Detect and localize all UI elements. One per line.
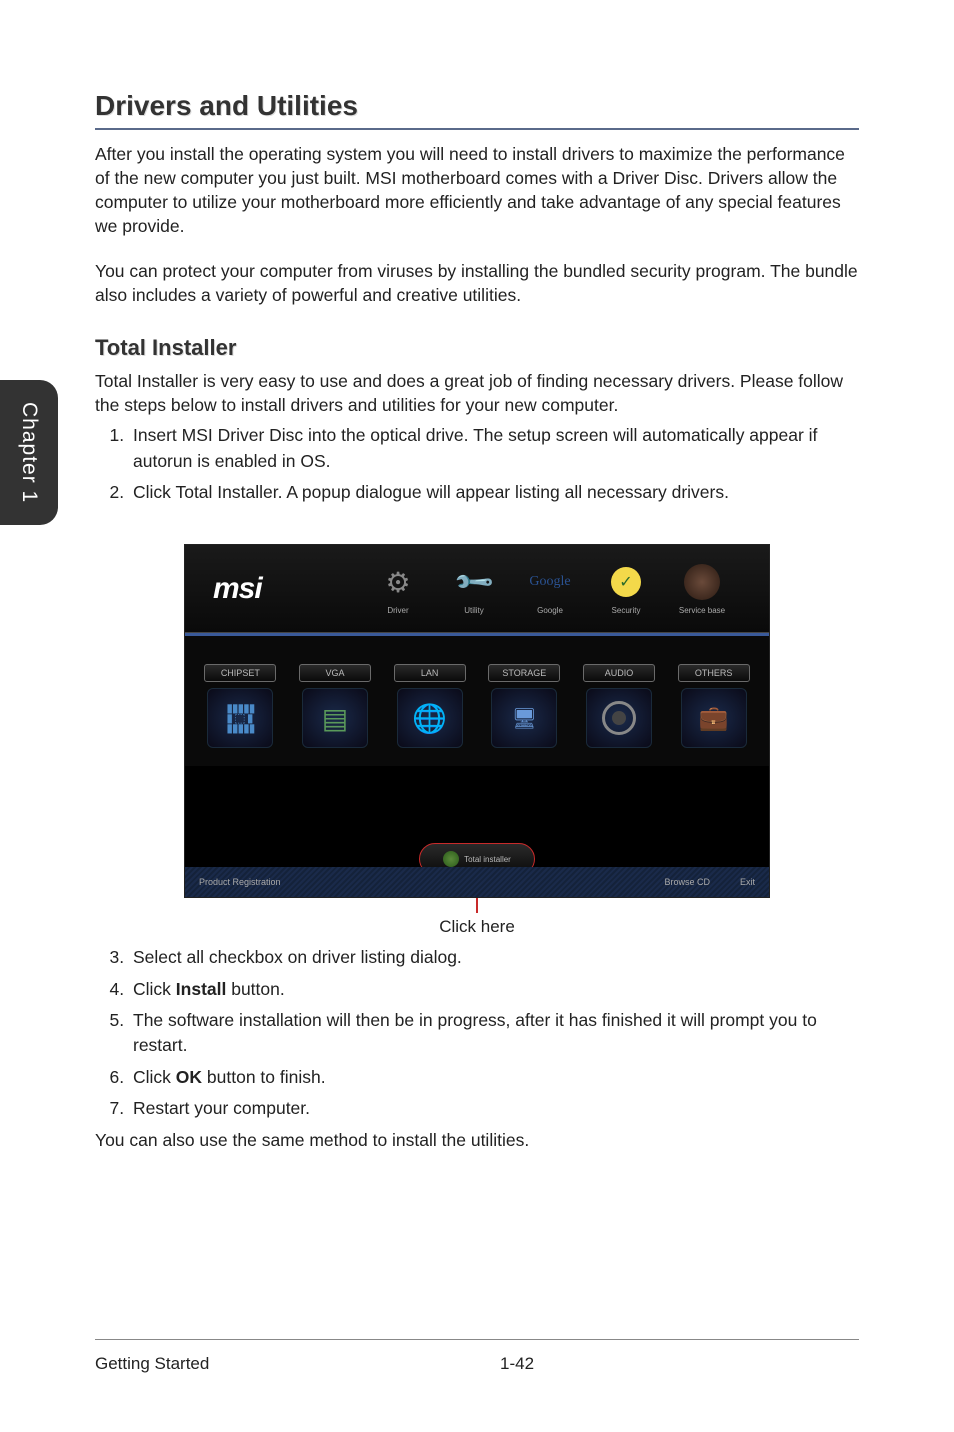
- installer-top-row: msi ⚙ Driver 🔧 Utility Google Google: [185, 545, 769, 633]
- cat-chipset-label: CHIPSET: [204, 664, 276, 682]
- category-row: CHIPSET ▮▮▮▮▮▮ ⬚ ▮▮▮▮▮▮ VGA ▤ LAN 🌐 STOR…: [185, 636, 769, 766]
- tab-google-label: Google: [537, 606, 563, 615]
- vga-icon: ▤: [302, 688, 368, 748]
- msi-logo: msi: [213, 572, 363, 606]
- tab-service[interactable]: Service base: [673, 562, 731, 615]
- tab-security-label: Security: [612, 606, 641, 615]
- cat-storage[interactable]: STORAGE 🖥: [483, 664, 566, 748]
- cat-lan-label: LAN: [394, 664, 466, 682]
- section-intro: Total Installer is very easy to use and …: [95, 369, 859, 417]
- installer-bottom-bar: Product Registration Browse CD Exit: [185, 867, 769, 897]
- chipset-icon: ▮▮▮▮▮▮ ⬚ ▮▮▮▮▮▮: [207, 688, 273, 748]
- cat-audio[interactable]: AUDIO: [578, 664, 661, 748]
- storage-icon: 🖥: [491, 688, 557, 748]
- tab-driver-label: Driver: [387, 606, 408, 615]
- wrench-icon: 🔧: [446, 554, 503, 611]
- gear-icon: ⚙: [378, 562, 418, 602]
- cat-storage-label: STORAGE: [488, 664, 560, 682]
- cat-audio-label: AUDIO: [583, 664, 655, 682]
- google-icon: Google: [530, 562, 570, 602]
- installer-top-tabs: ⚙ Driver 🔧 Utility Google Google ✓ Secur…: [369, 562, 731, 615]
- chapter-tab: Chapter 1: [0, 380, 58, 525]
- exit-link[interactable]: Exit: [740, 877, 755, 887]
- disc-icon: [443, 851, 459, 867]
- cat-vga[interactable]: VGA ▤: [294, 664, 377, 748]
- tab-google[interactable]: Google Google: [521, 562, 579, 615]
- step-2: Click Total Installer. A popup dialogue …: [129, 480, 859, 505]
- step-1: Insert MSI Driver Disc into the optical …: [129, 423, 859, 474]
- cat-others[interactable]: OTHERS 💼: [672, 664, 755, 748]
- tab-utility[interactable]: 🔧 Utility: [445, 562, 503, 615]
- service-icon: [682, 562, 722, 602]
- intro-paragraph-1: After you install the operating system y…: [95, 142, 859, 239]
- norton-icon: ✓: [606, 562, 646, 602]
- cat-chipset[interactable]: CHIPSET ▮▮▮▮▮▮ ⬚ ▮▮▮▮▮▮: [199, 664, 282, 748]
- closing-paragraph: You can also use the same method to inst…: [95, 1128, 859, 1152]
- step-4: Click Install button.: [129, 977, 859, 1002]
- intro-paragraph-2: You can protect your computer from virus…: [95, 259, 859, 307]
- tab-service-label: Service base: [679, 606, 725, 615]
- step-5: The software installation will then be i…: [129, 1008, 859, 1059]
- click-here-label: Click here: [439, 917, 515, 937]
- cat-others-label: OTHERS: [678, 664, 750, 682]
- footer-page-number: 1-42: [500, 1354, 859, 1374]
- section-title: Total Installer: [95, 335, 859, 361]
- audio-icon: [586, 688, 652, 748]
- browse-cd-link[interactable]: Browse CD: [664, 877, 710, 887]
- step-6: Click OK button to finish.: [129, 1065, 859, 1090]
- total-installer-label: Total installer: [464, 855, 511, 864]
- steps-list-1: Insert MSI Driver Disc into the optical …: [95, 423, 859, 505]
- cat-lan[interactable]: LAN 🌐: [388, 664, 471, 748]
- installer-screenshot: msi ⚙ Driver 🔧 Utility Google Google: [185, 545, 769, 897]
- page-title: Drivers and Utilities: [95, 90, 859, 130]
- chapter-tab-label: Chapter 1: [17, 402, 41, 503]
- step-7: Restart your computer.: [129, 1096, 859, 1121]
- tab-driver[interactable]: ⚙ Driver: [369, 562, 427, 615]
- cat-vga-label: VGA: [299, 664, 371, 682]
- page-footer: Getting Started 1-42: [95, 1339, 859, 1374]
- installer-screenshot-wrapper: msi ⚙ Driver 🔧 Utility Google Google: [95, 545, 859, 937]
- tab-security[interactable]: ✓ Security: [597, 562, 655, 615]
- others-icon: 💼: [681, 688, 747, 748]
- lan-icon: 🌐: [397, 688, 463, 748]
- footer-section: Getting Started: [95, 1354, 454, 1374]
- steps-list-2: Select all checkbox on driver listing di…: [95, 945, 859, 1121]
- step-3: Select all checkbox on driver listing di…: [129, 945, 859, 970]
- product-registration-link[interactable]: Product Registration: [199, 877, 281, 887]
